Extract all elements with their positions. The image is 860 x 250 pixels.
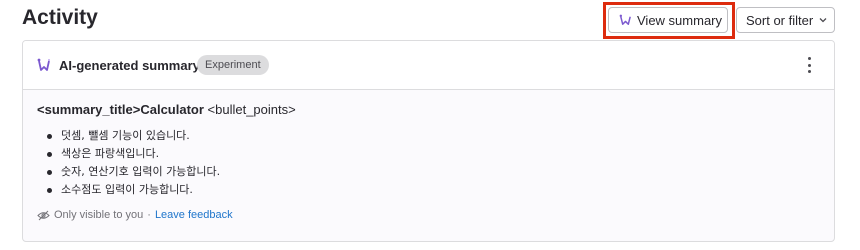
summary-title-tag: <summary_title>Calculator <box>37 102 204 117</box>
leave-feedback-link[interactable]: Leave feedback <box>155 209 233 221</box>
ai-summary-icon <box>618 13 633 28</box>
list-item: 덧셈, 뺄셈 기능이 있습니다. <box>45 127 820 145</box>
card-title: AI-generated summary <box>59 58 200 73</box>
ai-summary-card: AI-generated summary Experiment <summary… <box>22 40 835 242</box>
summary-title: <summary_title>Calculator <bullet_points… <box>37 102 820 117</box>
view-summary-button[interactable]: View summary <box>608 7 728 33</box>
footer-separator: · <box>147 209 151 221</box>
sort-filter-button[interactable]: Sort or filter <box>736 7 835 33</box>
visibility-note: Only visible to you <box>54 209 144 221</box>
list-item: 색상은 파랑색입니다. <box>45 145 820 163</box>
list-item: 숫자, 연산기호 입력이 가능합니다. <box>45 163 820 181</box>
eye-slash-icon <box>37 210 50 221</box>
summary-bullet-list: 덧셈, 뺄셈 기능이 있습니다. 색상은 파랑색입니다. 숫자, 연산기호 입력… <box>45 127 820 199</box>
list-item: 소수점도 입력이 가능합니다. <box>45 181 820 199</box>
card-header: AI-generated summary Experiment <box>23 41 834 90</box>
sort-filter-label: Sort or filter <box>746 12 814 28</box>
card-body: <summary_title>Calculator <bullet_points… <box>23 90 834 233</box>
experiment-badge: Experiment <box>197 55 269 75</box>
kebab-menu-icon[interactable] <box>806 57 812 73</box>
summary-bullet-tag: <bullet_points> <box>203 102 296 117</box>
chevron-down-icon <box>819 16 827 24</box>
card-footer: Only visible to you · Leave feedback <box>37 209 820 221</box>
page-title: Activity <box>22 6 98 29</box>
view-summary-label: View summary <box>637 12 723 28</box>
tanuki-ai-icon <box>36 57 52 73</box>
